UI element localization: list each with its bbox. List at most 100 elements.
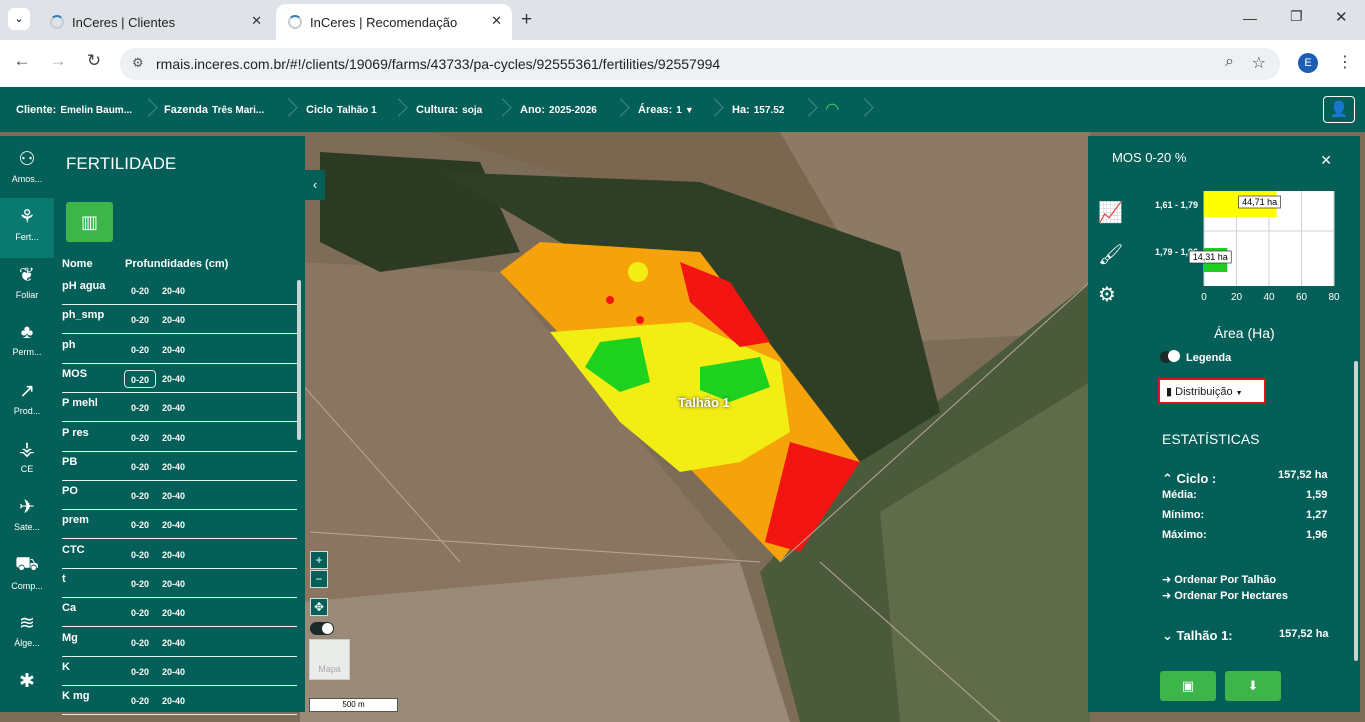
attribute-row[interactable]: ph_smp 0-20 20-40 [62,305,297,335]
close-tab-icon[interactable]: ✕ [491,13,502,29]
breadcrumb-ano[interactable]: Ano: 2025-2026 [520,104,597,116]
depth-0-20-button[interactable]: 0-20 [124,546,156,564]
attribute-row[interactable]: K mg 0-20 20-40 [62,686,297,716]
zoom-in-button[interactable]: + [310,551,328,569]
depth-20-40-button[interactable]: 20-40 [162,311,185,329]
basemap-switcher[interactable]: Mapa [309,639,350,680]
attribute-row[interactable]: MOS 0-20 20-40 [62,364,297,393]
depth-0-20-button[interactable]: 0-20 [124,341,156,359]
depth-20-40-button[interactable]: 20-40 [162,370,185,388]
attribute-row[interactable]: PO 0-20 20-40 [62,481,297,511]
field-label[interactable]: Talhão 1 [678,395,730,410]
distribution-dropdown[interactable]: ▮ Distribuição ▼ [1158,378,1266,404]
attribute-row[interactable]: K 0-20 20-40 [62,657,297,686]
order-by-hectares-button[interactable]: ➜ Ordenar Por Hectares [1162,589,1288,602]
address-bar[interactable]: ⚙ rmais.inceres.com.br/#!/clients/19069/… [120,48,1280,80]
depth-20-40-button[interactable]: 20-40 [162,487,185,505]
reload-icon[interactable]: ↻ [82,51,106,71]
depth-0-20-button[interactable]: 0-20 [124,604,156,622]
zoom-icon[interactable]: ⌕ [1225,53,1234,71]
attribute-row[interactable]: t 0-20 20-40 [62,569,297,598]
tab-search-chevron-icon[interactable]: ⌄ [8,8,30,30]
save-button[interactable]: ▣ [1160,671,1216,701]
depth-0-20-button[interactable]: 0-20 [124,634,156,652]
bookmark-star-icon[interactable]: ☆ [1252,53,1266,73]
depth-0-20-button[interactable]: 0-20 [124,575,156,593]
tab-recomendacao[interactable]: InCeres | Recomendação ✕ [276,4,512,40]
attribute-row[interactable]: Mg 0-20 20-40 [62,628,297,657]
layer-toggle[interactable] [310,622,334,635]
depth-20-40-button[interactable]: 20-40 [162,429,185,447]
detail-scrollbar[interactable] [1354,361,1358,661]
depth-0-20-button[interactable]: 0-20 [124,369,156,388]
depth-20-40-button[interactable]: 20-40 [162,663,185,681]
breadcrumb-cultura[interactable]: Cultura: soja [416,104,482,116]
module-plant-button[interactable]: ♣ Perm... [0,314,54,374]
close-panel-icon[interactable]: ✕ [1320,152,1332,169]
module-chart-line-button[interactable]: ↗ Prod... [0,372,54,432]
chart-icon[interactable]: 📈 [1098,200,1123,225]
back-icon[interactable]: ← [10,51,34,71]
list-scrollbar[interactable] [297,280,301,440]
depth-0-20-button[interactable]: 0-20 [124,399,156,417]
depth-0-20-button[interactable]: 0-20 [124,282,156,300]
depth-0-20-button[interactable]: 0-20 [124,516,156,534]
order-by-talhao-button[interactable]: ➜ Ordenar Por Talhão [1162,573,1276,586]
settings-gears-icon[interactable]: ⚙ [1098,282,1116,307]
zoom-out-button[interactable]: − [310,570,328,588]
site-info-icon[interactable]: ⚙ [132,55,144,71]
breadcrumb-areas[interactable]: Áreas: 1 ▼ [638,104,694,116]
attribute-row[interactable]: P res 0-20 20-40 [62,423,297,452]
legend-toggle-knob[interactable] [1168,350,1180,362]
close-window-icon[interactable]: ✕ [1335,8,1348,26]
module-bug-button[interactable]: ✱ [0,662,54,722]
depth-0-20-button[interactable]: 0-20 [124,311,156,329]
paint-roller-icon[interactable]: 🖌 [1098,242,1123,267]
module-soil-sample-button[interactable]: ⚇ Amos... [0,140,54,200]
forward-icon[interactable]: → [46,51,70,71]
download-button[interactable]: ⬇ [1225,671,1281,701]
attribute-row[interactable]: P mehl 0-20 20-40 [62,393,297,423]
new-tab-icon[interactable]: + [521,9,532,31]
depth-0-20-button[interactable]: 0-20 [124,487,156,505]
depth-20-40-button[interactable]: 20-40 [162,575,185,593]
profile-avatar[interactable]: E [1298,53,1318,73]
attribute-row[interactable]: Ca 0-20 20-40 [62,598,297,628]
restore-icon[interactable]: ❐ [1290,8,1303,25]
breadcrumb-cliente[interactable]: Cliente: Emelin Baum... [16,104,132,116]
depth-20-40-button[interactable]: 20-40 [162,516,185,534]
module-leaf-button[interactable]: ❦ Foliar [0,256,54,316]
depth-0-20-button[interactable]: 0-20 [124,692,156,710]
depth-20-40-button[interactable]: 20-40 [162,458,185,476]
breadcrumb-ciclo[interactable]: Ciclo Talhão 1 [306,104,377,116]
depth-20-40-button[interactable]: 20-40 [162,399,185,417]
module-sprout-button[interactable]: ⚶ CE [0,430,54,490]
user-account-button[interactable]: 👤 [1323,96,1355,123]
ciclo-row[interactable]: ⌃ Ciclo : [1162,471,1216,487]
close-tab-icon[interactable]: ✕ [251,13,262,29]
depth-20-40-button[interactable]: 20-40 [162,604,185,622]
collapse-panel-button[interactable]: ‹ [305,170,325,200]
minimize-icon[interactable]: — [1243,10,1257,26]
attribute-row[interactable]: ph 0-20 20-40 [62,335,297,364]
breadcrumb-fazenda[interactable]: Fazenda Três Mari... [164,104,264,116]
talhao-row[interactable]: ⌄ Talhão 1: [1162,628,1233,644]
depth-20-40-button[interactable]: 20-40 [162,634,185,652]
tab-clientes[interactable]: InCeres | Clientes ✕ [38,4,272,40]
depth-0-20-button[interactable]: 0-20 [124,429,156,447]
module-fertility-button[interactable]: ⚘ Fert... [0,198,54,258]
depth-0-20-button[interactable]: 0-20 [124,663,156,681]
library-button[interactable]: ▥ [66,202,113,242]
depth-0-20-button[interactable]: 0-20 [124,458,156,476]
module-tractor-button[interactable]: ⛟ Comp... [0,546,54,606]
attribute-row[interactable]: PB 0-20 20-40 [62,452,297,481]
attribute-row[interactable]: pH agua 0-20 20-40 [62,276,297,305]
depth-20-40-button[interactable]: 20-40 [162,341,185,359]
menu-dots-icon[interactable]: ⋮ [1337,52,1353,72]
attribute-row[interactable]: prem 0-20 20-40 [62,510,297,540]
depth-20-40-button[interactable]: 20-40 [162,282,185,300]
module-satellite-button[interactable]: ✈ Sate... [0,488,54,548]
attribute-row[interactable]: CTC 0-20 20-40 [62,540,297,569]
pan-move-icon[interactable]: ✥ [310,598,328,616]
depth-20-40-button[interactable]: 20-40 [162,692,185,710]
